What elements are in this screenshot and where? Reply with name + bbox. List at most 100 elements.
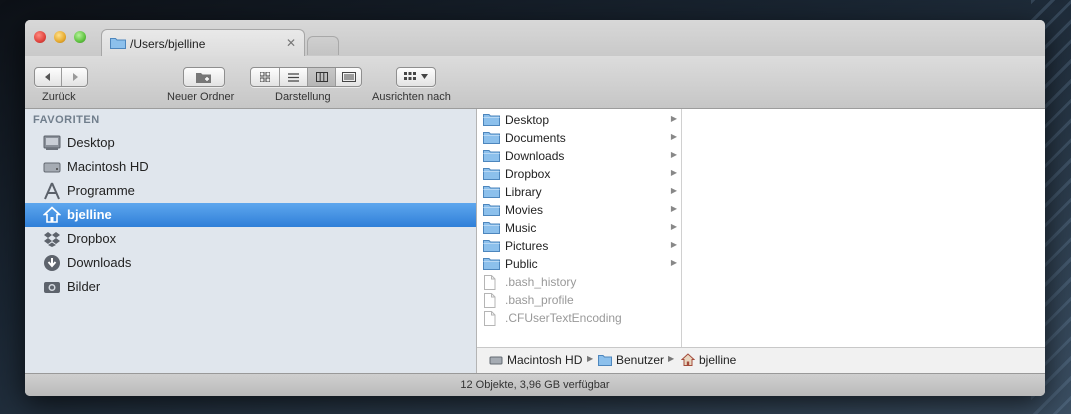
sidebar-item-label: Programme [67, 183, 135, 198]
forward-button[interactable] [61, 68, 88, 86]
home-icon [681, 353, 695, 366]
list-item-label: Public [505, 257, 538, 271]
home-icon [42, 206, 62, 224]
sidebar-item-label: Macintosh HD [67, 159, 149, 174]
cover-flow-icon [342, 72, 356, 82]
folder-list-item[interactable]: Downloads ▶ [477, 147, 681, 165]
minimize-window-button[interactable] [54, 31, 66, 43]
path-segment-macintosh-hd[interactable]: Macintosh HD [489, 352, 582, 368]
list-item-label: Downloads [505, 149, 565, 163]
applications-icon [43, 182, 61, 200]
path-bar: Macintosh HD ▶ Benutzer ▶ bjelline [477, 347, 1045, 373]
close-tab-icon[interactable]: ✕ [286, 36, 296, 50]
status-bar: 12 Objekte, 3,96 GB verfügbar [25, 373, 1045, 396]
folder-icon [110, 36, 126, 54]
sidebar-item-bilder[interactable]: Bilder [25, 275, 476, 299]
list-item-label: Movies [505, 203, 544, 217]
disclosure-arrow-icon: ▶ [670, 222, 677, 231]
sidebar-item-label: Downloads [67, 255, 132, 270]
arrange-grid-icon [404, 72, 416, 80]
list-item-label: Dropbox [505, 167, 551, 181]
disclosure-arrow-icon: ▶ [670, 150, 677, 159]
document-icon [483, 311, 496, 331]
status-text: 12 Objekte, 3,96 GB verfügbar [460, 379, 610, 391]
back-forward-control [34, 67, 88, 87]
sidebar-item-label: Dropbox [67, 231, 117, 246]
view-label: Darstellung [275, 91, 331, 103]
sidebar-item-macintosh-hd[interactable]: Macintosh HD [25, 155, 476, 179]
list-item-label: Documents [505, 131, 566, 145]
new-folder-icon [196, 73, 211, 83]
disclosure-arrow-icon: ▶ [670, 168, 677, 177]
zoom-window-button[interactable] [74, 31, 86, 43]
path-segment-label: Macintosh HD [507, 353, 583, 367]
back-arrow-icon [44, 73, 50, 81]
disclosure-arrow-icon: ▶ [670, 132, 677, 141]
new-tab-button[interactable] [307, 36, 339, 55]
back-button[interactable] [35, 68, 60, 86]
tab-bjelline[interactable]: /Users/bjelline ✕ [101, 29, 305, 58]
toolbar: Zurück Neuer Ordner Darstellung Ausricht… [25, 56, 1045, 109]
list-view-icon [288, 72, 299, 82]
harddisk-icon [43, 158, 61, 176]
list-item-label: Desktop [505, 113, 550, 127]
sidebar-item-label: bjelline [67, 207, 112, 222]
favorites-header: FAVORITEN [33, 114, 100, 126]
sidebar: FAVORITEN Desktop Macintosh HD Programme… [25, 109, 477, 373]
folder-list-item[interactable]: Desktop ▶ [477, 111, 681, 129]
path-segment-bjelline[interactable]: bjelline [681, 352, 736, 368]
sidebar-item-label: Desktop [67, 135, 115, 150]
dropbox-icon [43, 230, 61, 248]
path-separator-icon: ▶ [587, 354, 594, 363]
folder-icon [598, 355, 612, 366]
folder-list-item[interactable]: Dropbox ▶ [477, 165, 681, 183]
folder-list-item[interactable]: Library ▶ [477, 183, 681, 201]
chevron-down-icon [421, 74, 428, 79]
camera-icon [43, 278, 61, 296]
close-window-button[interactable] [34, 31, 46, 43]
list-item-label: Pictures [505, 239, 549, 253]
icon-view-icon [259, 72, 270, 82]
path-segment-label: bjelline [699, 353, 737, 367]
new-folder-button[interactable] [183, 67, 225, 87]
sidebar-item-bjelline[interactable]: bjelline [25, 203, 476, 227]
folder-list-item[interactable]: Documents ▶ [477, 129, 681, 147]
new-folder-label: Neuer Ordner [167, 91, 235, 103]
list-item-label: Library [505, 185, 542, 199]
back-label: Zurück [42, 91, 76, 103]
cover-flow-button[interactable] [335, 68, 362, 86]
path-segment-label: Benutzer [616, 353, 665, 367]
sidebar-item-downloads[interactable]: Downloads [25, 251, 476, 275]
arrange-button[interactable] [396, 67, 436, 87]
view-mode-control [250, 67, 362, 87]
folder-list-item[interactable]: Public ▶ [477, 255, 681, 273]
list-view-button[interactable] [279, 68, 307, 86]
file-list-item[interactable]: .bash_profile [477, 291, 681, 309]
disclosure-arrow-icon: ▶ [670, 240, 677, 249]
list-item-label: .CFUserTextEncoding [505, 311, 622, 325]
column-view-button[interactable] [307, 68, 335, 86]
path-separator-icon: ▶ [668, 354, 675, 363]
folder-list-item[interactable]: Music ▶ [477, 219, 681, 237]
folder-list-item[interactable]: Movies ▶ [477, 201, 681, 219]
disclosure-arrow-icon: ▶ [670, 204, 677, 213]
finder-window: /Users/bjelline ✕ Zurück Neuer Ordner Da… [25, 20, 1045, 396]
desktop-icon [43, 134, 61, 152]
file-list-item[interactable]: .bash_history [477, 273, 681, 291]
folder-list-item[interactable]: Pictures ▶ [477, 237, 681, 255]
column-view-icon [315, 72, 328, 82]
file-list-item[interactable]: .CFUserTextEncoding [477, 309, 681, 327]
icon-view-button[interactable] [251, 68, 278, 86]
list-item-label: .bash_history [505, 275, 577, 289]
sidebar-item-dropbox[interactable]: Dropbox [25, 227, 476, 251]
downloads-icon [43, 254, 61, 272]
forward-arrow-icon [73, 73, 78, 81]
title-bar[interactable]: /Users/bjelline ✕ [25, 20, 1045, 58]
column-bjelline[interactable]: Desktop ▶ Documents ▶ Downloads ▶ Dropbox ▶ Libr… [477, 109, 682, 347]
sidebar-item-desktop[interactable]: Desktop [25, 131, 476, 155]
list-item-label: Music [505, 221, 537, 235]
sidebar-item-programme[interactable]: Programme [25, 179, 476, 203]
disclosure-arrow-icon: ▶ [670, 114, 677, 123]
path-segment-benutzer[interactable]: Benutzer [598, 352, 664, 368]
column-empty[interactable] [682, 109, 1045, 347]
